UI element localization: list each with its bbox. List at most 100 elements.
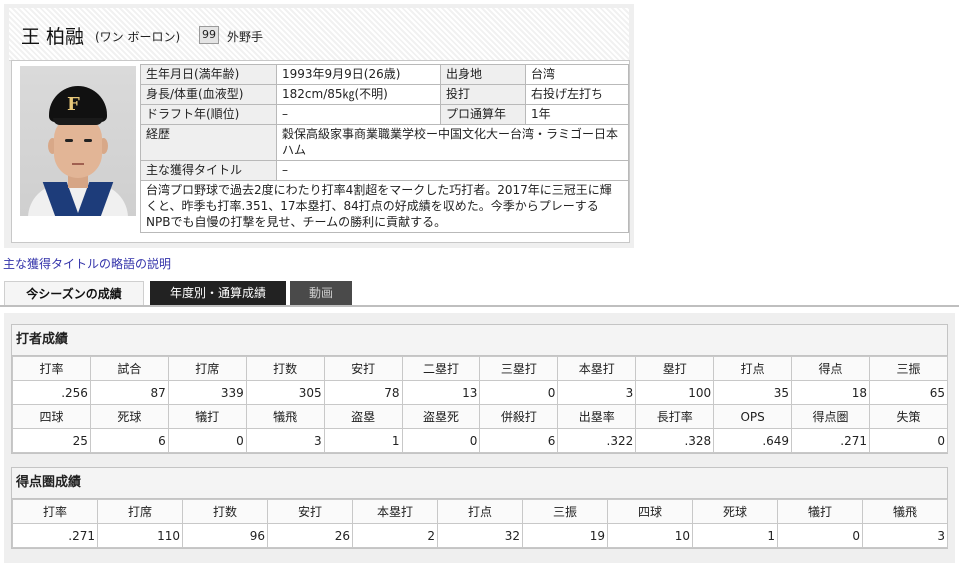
batting-header-row-cell: 併殺打	[479, 404, 559, 429]
risp-value-row-cell: 3	[862, 523, 948, 548]
batting-value-row-cell: 6	[479, 428, 559, 453]
risp-value-row-cell: 1	[692, 523, 778, 548]
risp-value-row-cell: 10	[607, 523, 693, 548]
titles-value: –	[276, 160, 629, 181]
batting-header-row-cell: 安打	[323, 356, 403, 381]
risp-stats-section: 得点圏成績 打率 打席 打数 安打 本塁打 打点 三振 四球 死球 犠打 犠飛 .271 110 96 2…	[11, 467, 948, 549]
batting-header-row-cell: 犠飛	[245, 404, 325, 429]
risp-header-row-cell: 死球	[692, 499, 778, 524]
batting-header-row-cell: 失策	[868, 404, 949, 429]
player-profile: 王 柏融 (ワン ボーロン) 99 外野手 F 生年月日(満年齢) 1993年9…	[4, 4, 634, 248]
batting-value-row-cell: .256	[12, 380, 91, 405]
batting-header-row-cell: 犠打	[167, 404, 247, 429]
batting-header-row-cell: 試合	[89, 356, 169, 381]
batting-header-row-cell: 得点圏	[791, 404, 870, 429]
batting-value-row-cell: 18	[791, 380, 870, 405]
batting-header-row-cell: 死球	[89, 404, 169, 429]
batting-header-row-cell: 得点	[791, 356, 870, 381]
batting-header-row: 四球 死球 犠打 犠飛 盗塁 盗塁死 併殺打 出塁率 長打率 OPS 得点圏 失策	[12, 404, 949, 429]
tab-video[interactable]: 動画	[290, 281, 352, 305]
batting-value-row-cell: 6	[89, 428, 169, 453]
risp-header-row-cell: 打率	[12, 499, 98, 524]
batting-header-row-cell: 三振	[868, 356, 949, 381]
draft-value: –	[276, 104, 441, 125]
risp-header-row: 打率 打席 打数 安打 本塁打 打点 三振 四球 死球 犠打 犠飛	[12, 499, 948, 524]
birth-value: 1993年9月9日(26歳)	[276, 64, 441, 85]
player-info-table: 生年月日(満年齢) 1993年9月9日(26歳) 出身地 台湾 身長/体重(血液…	[140, 64, 629, 233]
batting-value-row-cell: 0	[868, 428, 949, 453]
risp-header-row-cell: 犠打	[777, 499, 863, 524]
uniform-number: 99	[199, 26, 219, 44]
player-kana: (ワン ボーロン)	[95, 30, 181, 44]
risp-header-row-cell: 本塁打	[352, 499, 438, 524]
risp-value-row-cell: 96	[182, 523, 268, 548]
risp-value-row-cell: 19	[522, 523, 608, 548]
career-label: 経歴	[140, 124, 277, 161]
batting-stats-section: 打者成績 打率 試合 打席 打数 安打 二塁打 三塁打 本塁打 塁打 打点 得点 三振 .256 87 3…	[11, 324, 949, 454]
risp-value-row-cell: 32	[437, 523, 523, 548]
player-description: 台湾プロ野球で過去2度にわたり打率4割超をマークした巧打者。2017年に三冠王に…	[140, 180, 629, 233]
risp-header-row-cell: 安打	[267, 499, 353, 524]
batting-value-row-cell: 100	[635, 380, 715, 405]
body-label: 身長/体重(血液型)	[140, 84, 277, 105]
batting-header-row-cell: 三塁打	[479, 356, 559, 381]
tab-current-season[interactable]: 今シーズンの成績	[4, 281, 144, 305]
batting-header-row-cell: 打点	[713, 356, 793, 381]
batting-value-row-cell: 25	[12, 428, 91, 453]
batting-header-row-cell: 出塁率	[557, 404, 637, 429]
batting-value-row: .256 87 339 305 78 13 0 3 100 35 18 65	[12, 380, 949, 405]
title-abbreviation-link[interactable]: 主な獲得タイトルの略語の説明	[3, 255, 171, 272]
batting-value-row-cell: 87	[89, 380, 169, 405]
batting-value-row-cell: 65	[868, 380, 949, 405]
birth-label: 生年月日(満年齢)	[140, 64, 277, 85]
batting-value-row-cell: 3	[557, 380, 637, 405]
risp-stats-title: 得点圏成績	[12, 468, 947, 499]
risp-header-row-cell: 打席	[97, 499, 183, 524]
batting-stats-title: 打者成績	[12, 325, 947, 356]
draft-label: ドラフト年(順位)	[140, 104, 277, 125]
stats-area: 打者成績 打率 試合 打席 打数 安打 二塁打 三塁打 本塁打 塁打 打点 得点 三振 .256 87 3…	[4, 313, 955, 563]
batting-value-row-cell: 339	[167, 380, 247, 405]
batting-header-row-cell: 塁打	[635, 356, 715, 381]
titles-label: 主な獲得タイトル	[140, 160, 277, 181]
player-position: 外野手	[227, 30, 264, 44]
batting-header-row-cell: 盗塁死	[401, 404, 481, 429]
batting-value-row-cell: .328	[635, 428, 715, 453]
hometown-label: 出身地	[440, 64, 526, 85]
batting-header-row-cell: 長打率	[635, 404, 715, 429]
player-photo: F	[20, 66, 136, 216]
risp-value-row-cell: .271	[12, 523, 98, 548]
risp-header-row-cell: 打点	[437, 499, 523, 524]
batting-value-row-cell: 0	[167, 428, 247, 453]
tab-divider	[0, 305, 959, 307]
player-name-bar: 王 柏融 (ワン ボーロン) 99 外野手	[9, 8, 629, 61]
cap-logo-icon: F	[67, 94, 80, 115]
risp-value-row-cell: 110	[97, 523, 183, 548]
batting-header-row-cell: 打席	[167, 356, 247, 381]
pro-years-label: プロ通算年	[440, 104, 526, 125]
risp-header-row-cell: 犠飛	[862, 499, 948, 524]
tab-yearly-career[interactable]: 年度別・通算成績	[150, 281, 286, 305]
batting-header-row-cell: 打率	[12, 356, 91, 381]
batting-value-row-cell: 3	[245, 428, 325, 453]
batting-value-row: 25 6 0 3 1 0 6.322.328.649.271 0	[12, 428, 949, 453]
batting-header-row-cell: 四球	[12, 404, 91, 429]
batting-value-row-cell: 0	[479, 380, 559, 405]
batting-value-row-cell: 35	[713, 380, 793, 405]
batting-header-row-cell: OPS	[713, 404, 793, 429]
risp-value-row-cell: 2	[352, 523, 438, 548]
risp-stats-table: 打率 打席 打数 安打 本塁打 打点 三振 四球 死球 犠打 犠飛 .271 110 96 26 2 32 19…	[12, 499, 948, 548]
batting-header-row-cell: 打数	[245, 356, 325, 381]
risp-value-row-cell: 26	[267, 523, 353, 548]
batting-value-row-cell: 305	[245, 380, 325, 405]
throw-bat-value: 右投げ左打ち	[525, 84, 629, 105]
batting-header-row-cell: 盗塁	[323, 404, 403, 429]
batting-value-row-cell: .322	[557, 428, 637, 453]
player-name: 王 柏融	[21, 26, 85, 48]
batting-value-row-cell: .271	[791, 428, 870, 453]
batting-value-row-cell: .649	[713, 428, 793, 453]
batting-value-row-cell: 0	[401, 428, 481, 453]
throw-bat-label: 投打	[440, 84, 526, 105]
risp-value-row: .271 110 96 26 2 32 19 10 1 0 3	[12, 523, 948, 548]
risp-value-row-cell: 0	[777, 523, 863, 548]
